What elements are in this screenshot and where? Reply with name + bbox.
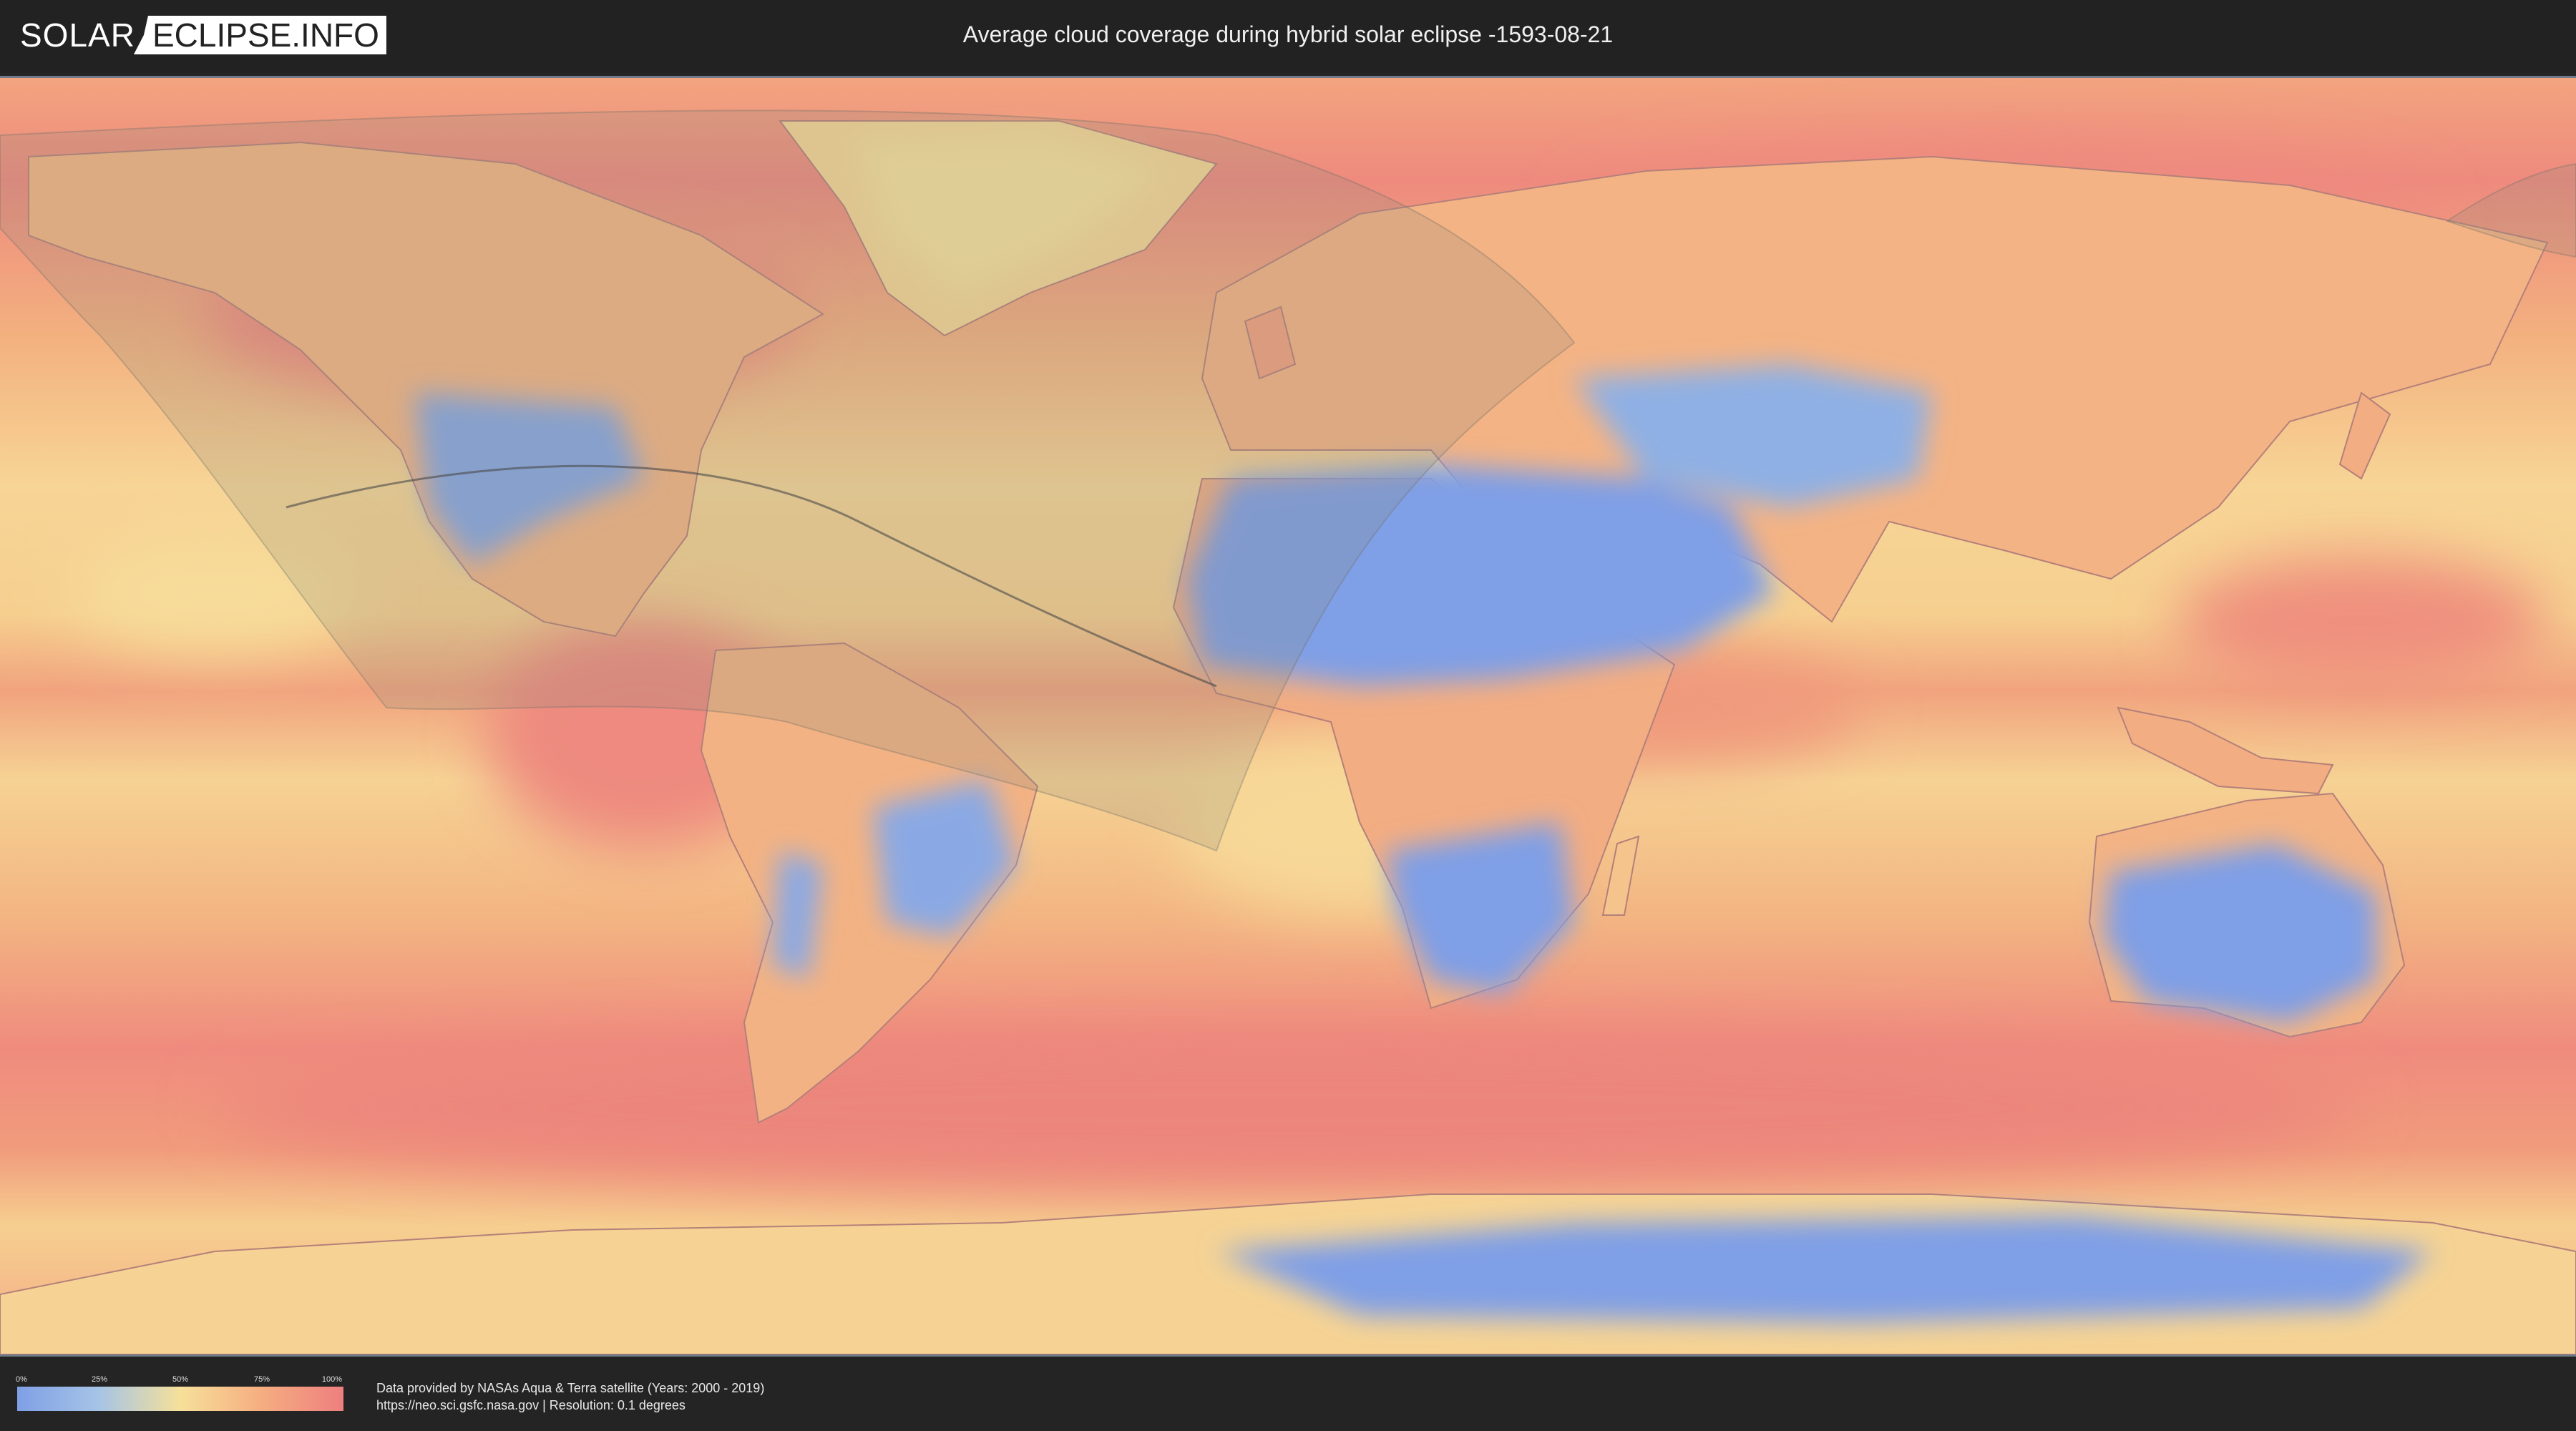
legend-tick-25: 25% — [91, 1375, 108, 1384]
data-credit: Data provided by NASAs Aqua & Terra sate… — [376, 1379, 764, 1414]
credit-line-1: Data provided by NASAs Aqua & Terra sate… — [376, 1381, 765, 1395]
header-bar: SOLAR ECLIPSE.INFO Average cloud coverag… — [0, 0, 2576, 72]
world-map-svg — [0, 78, 2576, 1354]
legend-color-bar — [17, 1387, 343, 1411]
legend-tick-100: 100% — [321, 1375, 343, 1384]
legend-tick-75: 75% — [253, 1375, 270, 1384]
page-title: Average cloud coverage during hybrid sol… — [962, 21, 1614, 47]
legend-tick-0: 0% — [16, 1375, 27, 1384]
legend-tick-50: 50% — [172, 1375, 189, 1384]
credit-line-2[interactable]: https://neo.sci.gsfc.nasa.gov | Resoluti… — [376, 1397, 764, 1414]
cloud-coverage-map[interactable] — [0, 76, 2576, 1357]
footer-bar: 0% 25% 50% 75% 100% Data provided by NAS… — [0, 1357, 2576, 1431]
